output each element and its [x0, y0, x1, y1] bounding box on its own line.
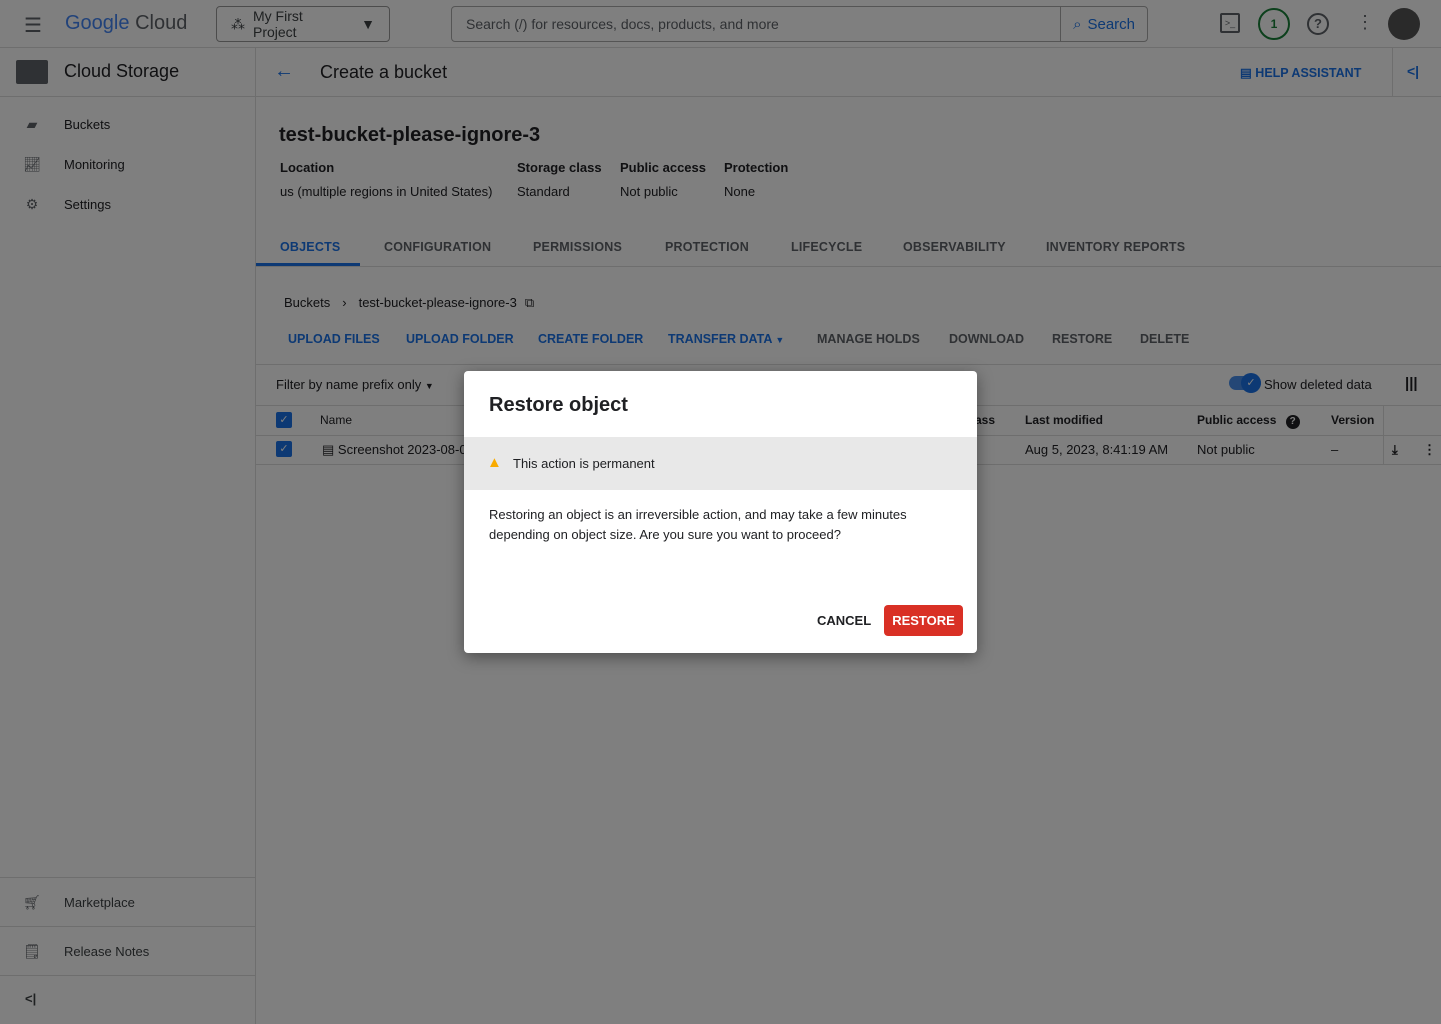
cancel-button[interactable]: CANCEL [817, 613, 871, 628]
dialog-body: Restoring an object is an irreversible a… [489, 507, 907, 542]
dialog-title: Restore object [489, 394, 628, 416]
warning-text: This action is permanent [513, 456, 655, 471]
warning-icon: ▲ [487, 454, 502, 471]
restore-confirm-button[interactable]: RESTORE [884, 605, 963, 636]
restore-dialog: Restore object ▲ This action is permanen… [464, 371, 977, 653]
warning-banner: ▲ This action is permanent [464, 437, 977, 490]
